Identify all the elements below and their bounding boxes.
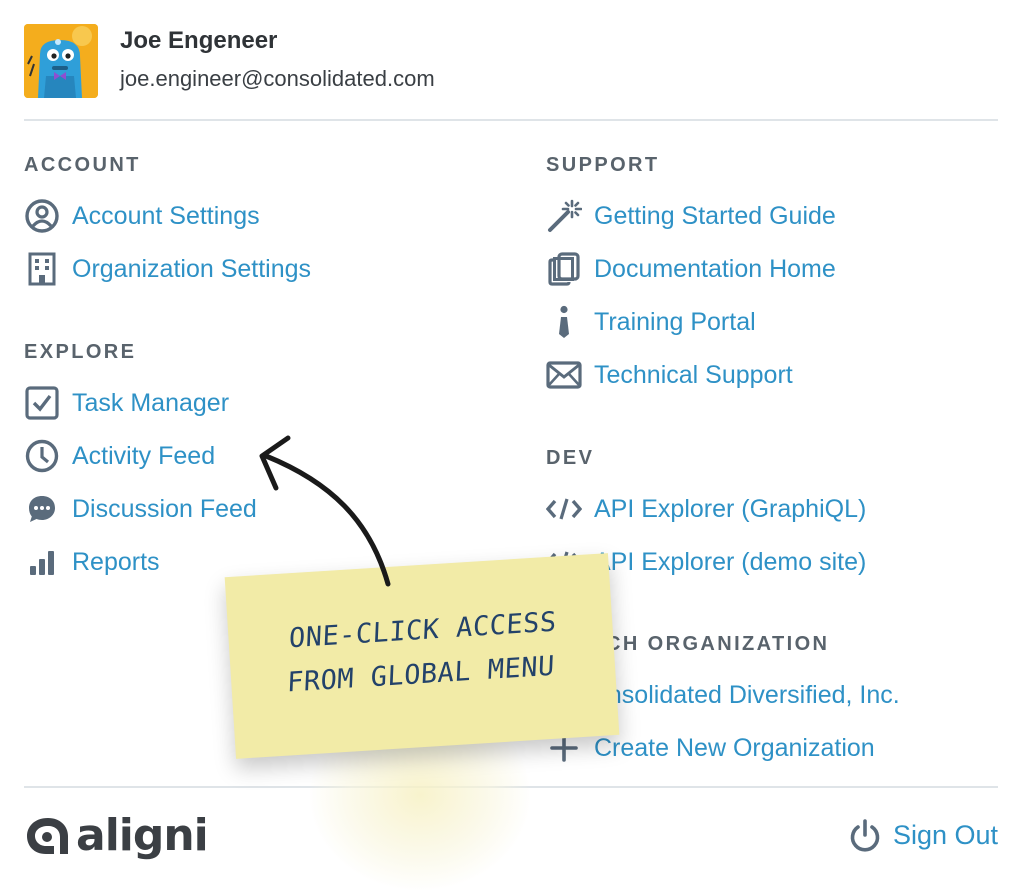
menu-item-api-explorer-graphiql[interactable]: API Explorer (GraphiQL) <box>546 491 866 527</box>
clock-icon <box>24 438 60 474</box>
menu-item-label: API Explorer (GraphiQL) <box>594 494 867 523</box>
section-title-dev: DEV <box>546 447 595 469</box>
user-email: joe.engineer@consolidated.com <box>120 66 435 91</box>
sign-out-button[interactable]: Sign Out <box>849 818 998 852</box>
section-title-explore: EXPLORE <box>24 341 137 363</box>
menu-item-label: Organization Settings <box>72 254 312 283</box>
menu-item-label: Training Portal <box>594 307 756 336</box>
magic-wand-icon <box>546 198 582 234</box>
section-title-account: ACCOUNT <box>24 154 141 176</box>
user-name: Joe Engeneer <box>120 27 278 54</box>
menu-item-label: Account Settings <box>72 201 260 230</box>
menu-item-label: Activity Feed <box>72 441 216 470</box>
section-title-switch-organization: CH ORGANIZATION <box>606 633 830 655</box>
menu-item-label: Task Manager <box>72 388 230 417</box>
menu-item-getting-started-guide[interactable]: Getting Started Guide <box>546 198 836 234</box>
menu-item-documentation-home[interactable]: Documentation Home <box>546 251 836 287</box>
menu-item-label: Discussion Feed <box>72 494 257 523</box>
annotation-sticky-note: ONE-CLICK ACCESS FROM GLOBAL MENU <box>224 553 620 759</box>
checkbox-icon <box>24 385 60 421</box>
annotation-text: ONE-CLICK ACCESS FROM GLOBAL MENU <box>228 597 615 710</box>
menu-item-label: Getting Started Guide <box>594 201 836 230</box>
aligni-logo-text: aligni <box>76 810 209 861</box>
menu-item-label: Technical Support <box>594 360 793 389</box>
menu-item-training-portal[interactable]: Training Portal <box>546 304 756 340</box>
user-circle-icon <box>24 198 60 234</box>
menu-item-label: onsolidated Diversified, Inc. <box>594 680 900 709</box>
bar-chart-icon <box>24 544 60 580</box>
menu-item-organization-settings[interactable]: Organization Settings <box>24 251 311 287</box>
sign-out-label: Sign Out <box>892 819 998 850</box>
section-title-support: SUPPORT <box>546 154 660 176</box>
chat-bubble-icon <box>24 491 60 527</box>
building-icon <box>24 251 60 287</box>
global-menu-panel: Joe Engeneer joe.engineer@consolidated.c… <box>0 0 1024 890</box>
menu-item-label: Reports <box>72 547 160 576</box>
menu-item-discussion-feed[interactable]: Discussion Feed <box>24 491 257 527</box>
menu-item-label: API Explorer (demo site) <box>594 547 867 576</box>
aligni-logo-icon <box>24 814 72 858</box>
header-divider <box>24 119 998 121</box>
menu-item-activity-feed[interactable]: Activity Feed <box>24 438 215 474</box>
menu-item-label: Create New Organization <box>594 733 875 762</box>
documents-icon <box>546 251 582 287</box>
menu-item-technical-support[interactable]: Technical Support <box>546 357 793 393</box>
menu-item-reports[interactable]: Reports <box>24 544 160 580</box>
avatar <box>24 24 98 98</box>
menu-item-task-manager[interactable]: Task Manager <box>24 385 229 421</box>
code-icon <box>546 491 582 527</box>
info-icon <box>546 304 582 340</box>
power-icon <box>849 818 881 852</box>
menu-item-account-settings[interactable]: Account Settings <box>24 198 260 234</box>
aligni-logo[interactable]: aligni <box>24 810 209 861</box>
menu-item-label: Documentation Home <box>594 254 836 283</box>
envelope-icon <box>546 357 582 393</box>
